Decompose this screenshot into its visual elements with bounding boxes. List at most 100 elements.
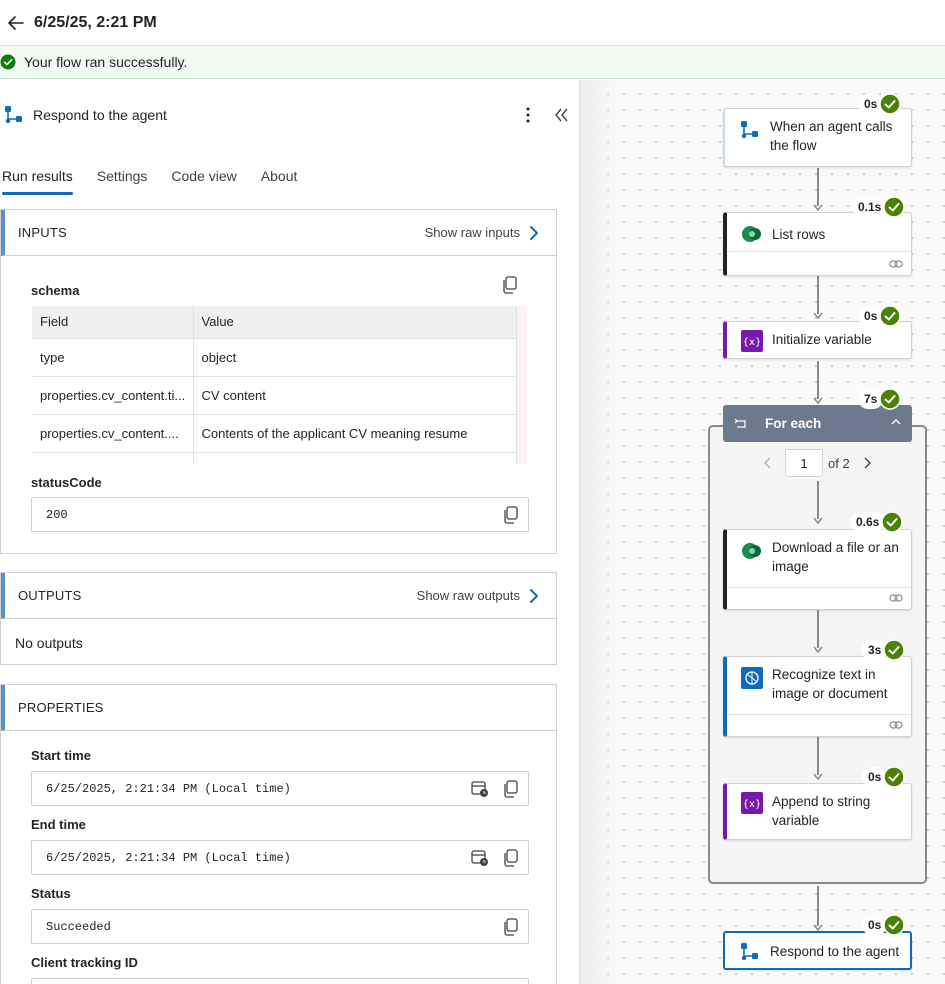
chevron-right-icon[interactable] (528, 224, 540, 242)
copy-icon[interactable] (502, 276, 518, 294)
status-code-label: statusCode (31, 475, 102, 490)
copy-icon[interactable] (503, 918, 519, 936)
field-cell: properties.cv_content.ti... (32, 376, 194, 415)
success-check-icon (883, 196, 906, 218)
status-code-field: 200 (31, 497, 529, 532)
ai-builder-icon (741, 667, 763, 689)
calendar-clock-icon[interactable] (471, 780, 489, 798)
flow-node-respond-to-agent[interactable]: Respond to the agent (723, 931, 912, 970)
arrow-down-icon (813, 517, 823, 525)
value-cell: object (193, 338, 517, 377)
flow-canvas[interactable]: When an agent calls the flow 0s List row… (580, 80, 945, 984)
copy-icon[interactable] (503, 506, 519, 524)
success-banner: Your flow ran successfully. (0, 45, 945, 79)
for-each-header[interactable]: For each (723, 405, 912, 442)
connector (817, 481, 819, 519)
status-label: Status (31, 886, 71, 901)
column-header-field: Field (32, 306, 194, 339)
table-row: properties.cv_content.... Contents of th… (32, 414, 517, 453)
node-label: Respond to the agent (770, 944, 900, 959)
chevron-left-icon[interactable] (763, 456, 773, 470)
outputs-header: OUTPUTS Show raw outputs (1, 573, 556, 619)
success-check-icon (883, 639, 906, 661)
flow-node-download-file[interactable]: Download a file or an image (723, 529, 912, 610)
start-time-value: 6/25/2025, 2:21:34 PM (Local time) (46, 781, 291, 796)
start-time-label: Start time (31, 748, 91, 763)
chevron-right-icon[interactable] (528, 587, 540, 605)
flow-node-append-variable[interactable]: {x} Append to string variable (723, 783, 912, 840)
properties-title: PROPERTIES (18, 700, 104, 715)
chevron-up-icon[interactable] (890, 417, 902, 427)
agent-flow-icon (5, 106, 22, 124)
link-icon (889, 721, 903, 729)
node-label: Initialize variable (772, 332, 872, 347)
no-outputs-text: No outputs (15, 635, 83, 651)
calendar-clock-icon[interactable] (471, 849, 489, 867)
status-value: Succeeded (46, 919, 111, 934)
end-time-label: End time (31, 817, 86, 832)
chevron-right-icon[interactable] (862, 456, 872, 470)
properties-header: PROPERTIES (1, 685, 556, 731)
table-row (32, 452, 517, 464)
duration-badge: 0s (862, 766, 906, 788)
variable-icon: {x} (741, 792, 763, 814)
tab-run-results[interactable]: Run results (2, 166, 73, 196)
connector (817, 886, 819, 926)
connector (817, 276, 819, 314)
node-label: Download a file or an image (772, 540, 899, 574)
copy-icon[interactable] (503, 780, 519, 798)
more-options-icon[interactable] (520, 104, 536, 126)
schema-table: Field Value type object properties.cv_co… (32, 306, 517, 464)
show-raw-outputs-link[interactable]: Show raw outputs (417, 588, 520, 603)
inputs-title: INPUTS (18, 225, 67, 240)
success-check-icon (881, 511, 904, 533)
tab-settings[interactable]: Settings (97, 166, 148, 196)
value-cell: Contents of the applicant CV meaning res… (193, 414, 517, 453)
panel-header: Respond to the agent (0, 100, 579, 130)
duration-badge: 7s (858, 388, 902, 410)
tab-about[interactable]: About (261, 166, 298, 196)
tab-code-view[interactable]: Code view (171, 166, 236, 196)
table-row: type object (32, 338, 517, 377)
end-time-value: 6/25/2025, 2:21:34 PM (Local time) (46, 850, 291, 865)
duration-badge: 3s (862, 639, 906, 661)
run-details-panel: Respond to the agent Run results Setting… (0, 80, 580, 984)
field-cell: type (32, 338, 194, 377)
svg-text:{x}: {x} (743, 337, 762, 348)
iteration-input[interactable]: 1 (785, 449, 823, 477)
success-check-icon (0, 54, 16, 70)
field-cell (32, 452, 194, 464)
action-name: Respond to the agent (33, 107, 167, 123)
table-row: properties.cv_content.ti... CV content (32, 376, 517, 415)
top-bar: 6/25/25, 2:21 PM (0, 0, 945, 45)
collapse-panel-icon[interactable] (552, 104, 570, 126)
run-title: 6/25/25, 2:21 PM (34, 13, 157, 31)
outputs-card: OUTPUTS Show raw outputs No outputs (0, 572, 557, 665)
node-divider (727, 714, 911, 715)
value-cell: CV content (193, 376, 517, 415)
inputs-card: INPUTS Show raw inputs schema Field Valu… (0, 209, 557, 554)
arrow-down-icon (813, 397, 823, 405)
arrow-down-icon (813, 204, 823, 212)
back-arrow-icon[interactable] (8, 14, 26, 32)
flow-node-trigger[interactable]: When an agent calls the flow (723, 108, 912, 167)
flow-node-recognize-text[interactable]: Recognize text in image or document (723, 656, 912, 737)
duration-text: 0.6s (850, 512, 886, 532)
outputs-title: OUTPUTS (18, 588, 82, 603)
schema-table-container[interactable]: Field Value type object properties.cv_co… (32, 306, 527, 464)
connector (817, 168, 819, 206)
flow-node-list-rows[interactable]: List rows (723, 212, 912, 276)
node-label: When an agent calls the flow (770, 119, 893, 153)
show-raw-inputs-link[interactable]: Show raw inputs (425, 225, 520, 240)
arrow-down-icon (813, 312, 823, 320)
duration-badge: 0s (858, 305, 902, 327)
success-check-icon (883, 914, 906, 936)
copy-icon[interactable] (503, 849, 519, 867)
start-time-field: 6/25/2025, 2:21:34 PM (Local time) (31, 771, 529, 806)
svg-text:{x}: {x} (743, 799, 762, 810)
arrow-down-icon (813, 646, 823, 654)
canvas-edge-shadow (580, 80, 620, 984)
node-label: List rows (772, 227, 826, 242)
duration-text: 0.1s (852, 197, 888, 217)
client-tracking-id-field (31, 978, 529, 984)
